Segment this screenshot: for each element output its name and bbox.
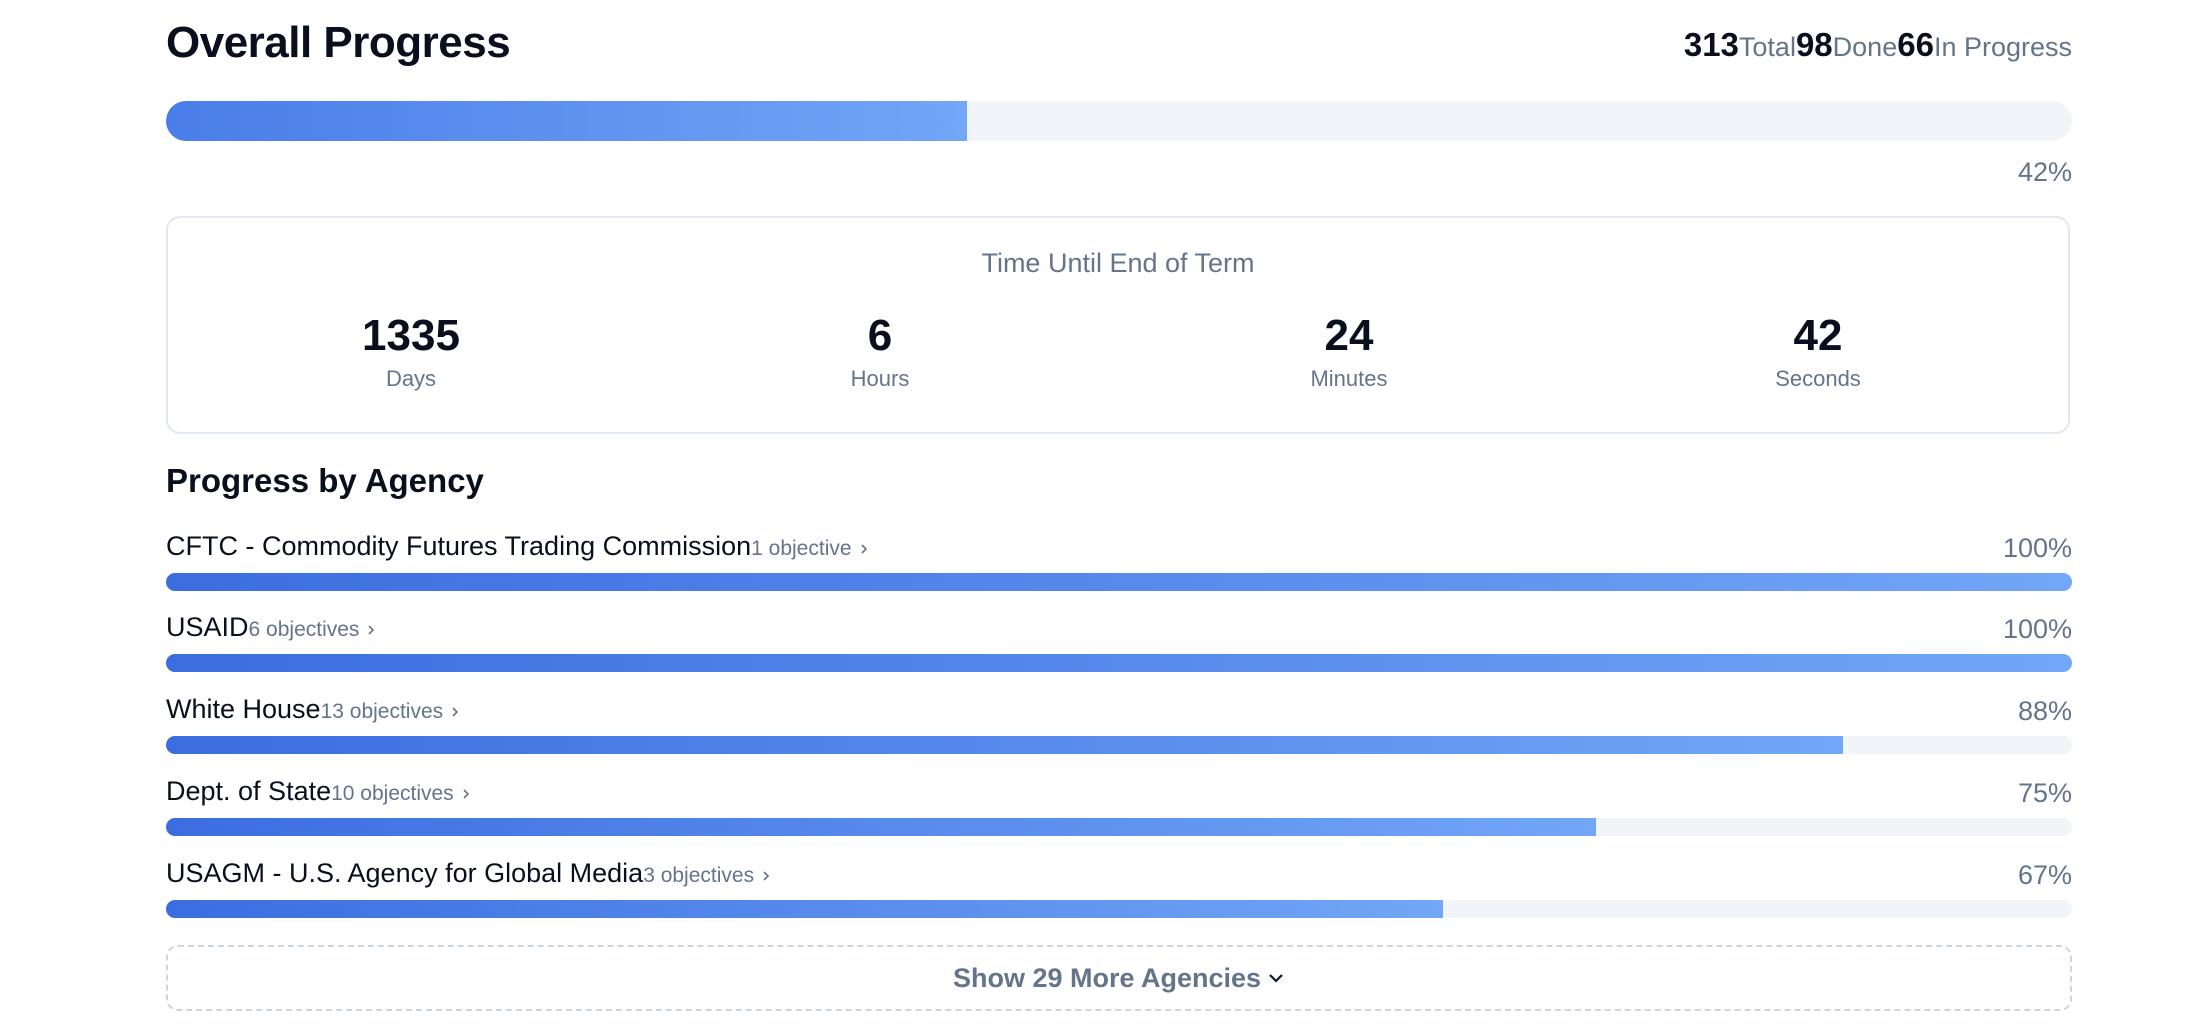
countdown-hours-value: 6 [867,311,893,360]
countdown-days-label: Days [385,366,437,391]
countdown-seconds-label: Seconds [1775,366,1861,391]
overall-progress-percent: 42% [2017,157,2072,187]
overall-progress-bar [166,101,2072,141]
agency-progress-fill [166,573,2072,591]
agency-progress-fill [166,736,1844,754]
agency-row: White House 13 objectives 88% [166,694,2072,770]
progress-dashboard: Overall Progress 313 Total 98 Done 66 In… [166,0,2072,1011]
agency-row: USAID 6 objectives 100% [166,612,2072,688]
countdown-hours: 6 Hours [730,310,1030,392]
agency-section-title: Progress by Agency [166,462,484,499]
stat-total-label: Total [1738,32,1796,62]
agency-percent: 100% [2002,533,2072,563]
agency-progress-fill [166,900,1444,918]
chevron-right-icon [452,707,459,717]
agency-header: USAID 6 objectives [166,612,377,643]
agency-header: Dept. of State 10 objectives [166,776,472,807]
overall-header: Overall Progress 313 Total 98 Done 66 In… [166,0,2072,100]
chevron-right-icon [463,789,469,799]
stat-in-progress-label: In Progress [1933,32,2072,62]
countdown-days: 1335 Days [261,310,561,392]
agency-name: USAGM - U.S. Agency for Global Media [166,858,644,888]
countdown-seconds-value: 42 [1793,311,1843,360]
term-countdown: Time Until End of Term 1335 Days 6 Hours… [166,216,2070,434]
agency-objectives-link[interactable]: 13 objectives [321,700,462,724]
stat-done-value: 98 [1795,26,1833,63]
agency-objectives-count: 6 objectives [248,618,360,641]
agency-progress-bar [166,736,2072,754]
countdown-seconds: 42 Seconds [1668,310,1968,392]
countdown-minutes-value: 24 [1324,311,1374,360]
agency-progress-fill [166,818,1596,836]
page-title: Overall Progress [166,18,511,67]
countdown-minutes-label: Minutes [1310,366,1388,391]
countdown-days-value: 1335 [362,311,460,360]
agency-header: USAGM - U.S. Agency for Global Media 3 o… [166,858,772,889]
chevron-right-icon [860,544,867,554]
agency-name: White House [166,694,321,724]
agency-progress-bar [166,573,2072,591]
agency-progress-bar [166,818,2072,836]
countdown-title: Time Until End of Term [981,248,1255,278]
countdown-hours-label: Hours [850,366,910,391]
agency-objectives-link[interactable]: 10 objectives [331,782,472,806]
agency-objectives-link[interactable]: 1 objective [751,537,869,561]
overall-progress-fill [166,101,967,141]
agency-percent: 67% [2017,860,2072,890]
agency-row: CFTC - Commodity Futures Trading Commiss… [166,531,2072,607]
agency-name: USAID [166,612,249,642]
stat-total-value: 313 [1683,26,1739,63]
stat-in-progress-value: 66 [1897,26,1934,63]
agency-header: CFTC - Commodity Futures Trading Commiss… [166,531,870,562]
countdown-minutes: 24 Minutes [1199,310,1499,392]
agency-progress-fill [166,654,2072,672]
progress-stats: 313 Total 98 Done 66 In Progress [1684,26,2072,64]
agency-name: Dept. of State [166,776,332,806]
chevron-right-icon [763,871,770,881]
stat-done-label: Done [1832,32,1898,62]
agency-objectives-link[interactable]: 6 objectives [249,618,378,642]
show-more-agencies-button[interactable]: Show 29 More Agencies [166,945,2072,1011]
agency-row: Dept. of State 10 objectives 75% [166,776,2072,852]
agency-objectives-link[interactable]: 3 objectives [643,864,772,888]
agency-name: CFTC - Commodity Futures Trading Commiss… [166,531,752,561]
agency-progress-bar [166,654,2072,672]
agency-row: USAGM - U.S. Agency for Global Media 3 o… [166,858,2072,934]
show-more-label: Show 29 More Agencies [952,962,1262,993]
agency-objectives-count: 13 objectives [320,700,444,723]
agency-progress-bar [166,900,2072,918]
agency-percent: 88% [2017,696,2072,726]
chevron-right-icon [368,625,375,635]
agency-objectives-count: 10 objectives [331,782,454,805]
chevron-down-icon [1269,974,1283,983]
agency-percent: 75% [2017,778,2072,808]
agency-header: White House 13 objectives [166,694,461,725]
agency-percent: 100% [2002,614,2072,644]
agency-objectives-count: 3 objectives [643,864,755,887]
agency-objectives-count: 1 objective [751,537,852,560]
